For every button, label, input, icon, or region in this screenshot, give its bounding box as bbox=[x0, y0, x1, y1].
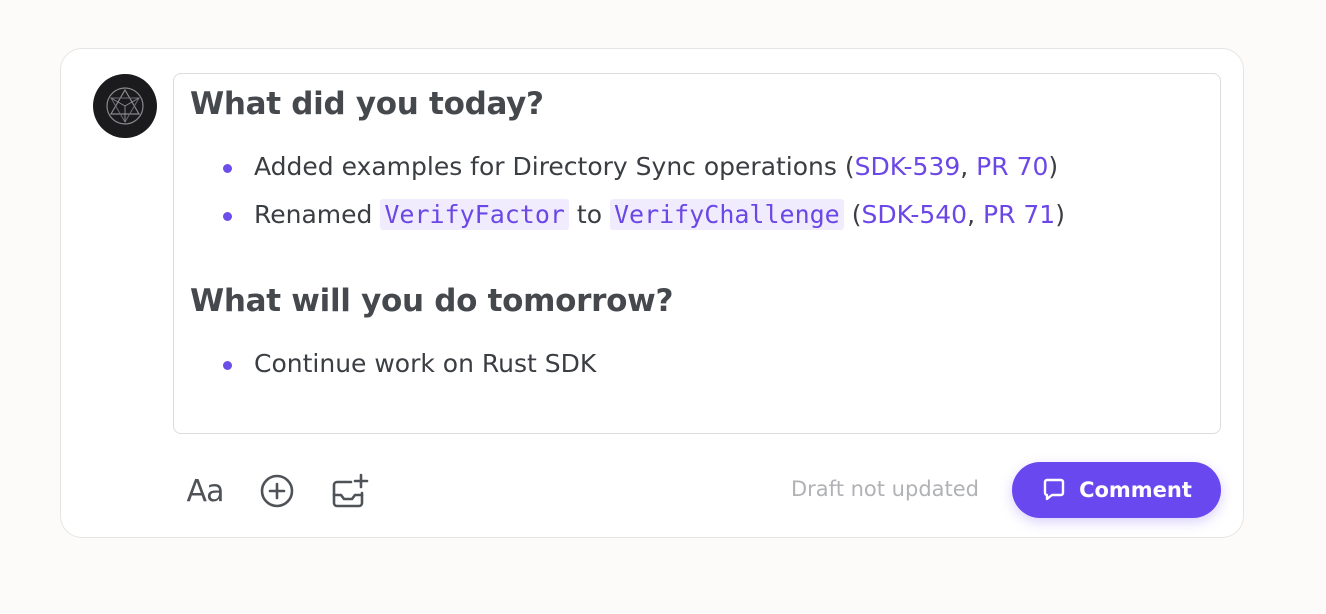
bullet-icon bbox=[223, 212, 232, 221]
section-heading-tomorrow: What will you do tomorrow? bbox=[190, 283, 674, 319]
avatar[interactable] bbox=[93, 74, 157, 138]
list-item-close-paren: ) bbox=[1048, 152, 1059, 181]
inline-code-verify-challenge: VerifyChallenge bbox=[609, 199, 844, 230]
draft-status: Draft not updated bbox=[791, 477, 979, 501]
today-list: Added examples for Directory Sync operat… bbox=[174, 148, 1065, 244]
add-image-icon bbox=[332, 473, 369, 508]
list-item-separator: , bbox=[967, 200, 983, 229]
list-item-close-paren: ) bbox=[1055, 200, 1065, 229]
plus-circle-icon bbox=[260, 474, 294, 508]
text-format-button[interactable]: Aa bbox=[181, 467, 229, 515]
ticket-link-sdk-540[interactable]: SDK-540 bbox=[861, 200, 967, 229]
tomorrow-list: Continue work on Rust SDK bbox=[174, 345, 596, 393]
list-item-open-paren: ( bbox=[843, 200, 862, 229]
ticket-link-sdk-539[interactable]: SDK-539 bbox=[855, 152, 961, 181]
list-item-text: Added examples for Directory Sync operat… bbox=[254, 152, 855, 181]
list-item: Renamed VerifyFactor to VerifyChallenge … bbox=[174, 196, 1065, 244]
section-heading-today: What did you today? bbox=[190, 86, 544, 122]
bullet-icon bbox=[223, 361, 232, 370]
comment-button-label: Comment bbox=[1079, 478, 1192, 502]
user-logo-icon bbox=[106, 87, 144, 125]
comment-editor[interactable]: What did you today? Added examples for D… bbox=[173, 73, 1221, 434]
text-format-icon: Aa bbox=[186, 473, 225, 509]
list-item-text: Renamed bbox=[254, 200, 381, 229]
speech-bubble-icon bbox=[1043, 478, 1065, 501]
list-item: Added examples for Directory Sync operat… bbox=[174, 148, 1065, 196]
comment-button[interactable]: Comment bbox=[1012, 462, 1221, 518]
pr-link-70[interactable]: PR 70 bbox=[976, 152, 1048, 181]
inline-code-verify-factor: VerifyFactor bbox=[380, 199, 569, 230]
list-item-text: to bbox=[568, 200, 610, 229]
list-item-text: Continue work on Rust SDK bbox=[254, 349, 597, 378]
list-item-separator: , bbox=[960, 152, 977, 181]
bullet-icon bbox=[223, 164, 232, 173]
add-button[interactable] bbox=[253, 467, 301, 515]
list-item: Continue work on Rust SDK bbox=[174, 345, 596, 393]
pr-link-71[interactable]: PR 71 bbox=[983, 200, 1055, 229]
add-media-button[interactable] bbox=[325, 467, 373, 515]
comment-composer: What did you today? Added examples for D… bbox=[60, 48, 1244, 538]
